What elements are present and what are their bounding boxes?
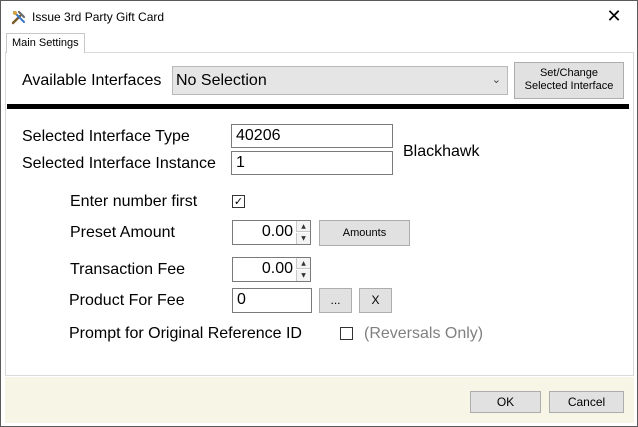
selected-interface-type-field[interactable]: 40206 <box>231 124 393 148</box>
product-for-fee-field[interactable]: 0 <box>232 288 312 313</box>
reversals-only-note: (Reversals Only) <box>364 325 484 342</box>
close-icon[interactable]: ✕ <box>591 2 637 31</box>
preset-amount-value: 0.00 <box>261 223 293 240</box>
enter-number-first-label: Enter number first <box>70 193 198 210</box>
chevron-down-icon: ⌄ <box>491 73 501 86</box>
available-interfaces-value: No Selection <box>176 72 267 89</box>
prompt-original-reference-checkbox[interactable] <box>340 327 353 340</box>
amounts-button[interactable]: Amounts <box>319 220 410 246</box>
spin-up-icon[interactable]: ▲ <box>296 221 310 232</box>
check-icon: ✓ <box>233 195 244 208</box>
tools-icon <box>11 9 27 25</box>
title-bar: Issue 3rd Party Gift Card ✕ <box>1 1 637 32</box>
selected-interface-instance-label: Selected Interface Instance <box>22 155 216 172</box>
preset-amount-stepper[interactable]: 0.00 ▲ ▼ <box>232 220 311 245</box>
transaction-fee-value: 0.00 <box>261 260 293 277</box>
preset-amount-label: Preset Amount <box>70 224 175 241</box>
spin-up-icon[interactable]: ▲ <box>296 258 310 269</box>
transaction-fee-stepper[interactable]: 0.00 ▲ ▼ <box>232 257 311 282</box>
interface-provider-name: Blackhawk <box>403 143 480 160</box>
available-interfaces-label: Available Interfaces <box>22 72 162 89</box>
tab-main-settings[interactable]: Main Settings <box>6 33 85 53</box>
ok-button[interactable]: OK <box>470 391 541 413</box>
available-interfaces-select[interactable]: No Selection ⌄ <box>172 66 508 95</box>
prompt-original-reference-label: Prompt for Original Reference ID <box>69 325 302 342</box>
product-for-fee-label: Product For Fee <box>69 292 185 309</box>
clear-product-button[interactable]: X <box>359 288 392 313</box>
section-divider <box>7 104 629 109</box>
browse-product-button[interactable]: ... <box>319 288 352 313</box>
spin-down-icon[interactable]: ▼ <box>296 270 310 281</box>
window-title: Issue 3rd Party Gift Card <box>32 10 165 24</box>
set-change-interface-label: Set/Change Selected Interface <box>524 67 614 92</box>
set-change-interface-button[interactable]: Set/Change Selected Interface <box>514 62 624 99</box>
enter-number-first-checkbox[interactable]: ✓ <box>232 195 245 208</box>
cancel-button[interactable]: Cancel <box>549 391 624 413</box>
selected-interface-instance-field[interactable]: 1 <box>231 151 393 175</box>
transaction-fee-label: Transaction Fee <box>70 261 186 278</box>
spin-down-icon[interactable]: ▼ <box>296 233 310 244</box>
dialog-window: Issue 3rd Party Gift Card ✕ Main Setting… <box>0 0 638 427</box>
selected-interface-type-label: Selected Interface Type <box>22 128 190 145</box>
